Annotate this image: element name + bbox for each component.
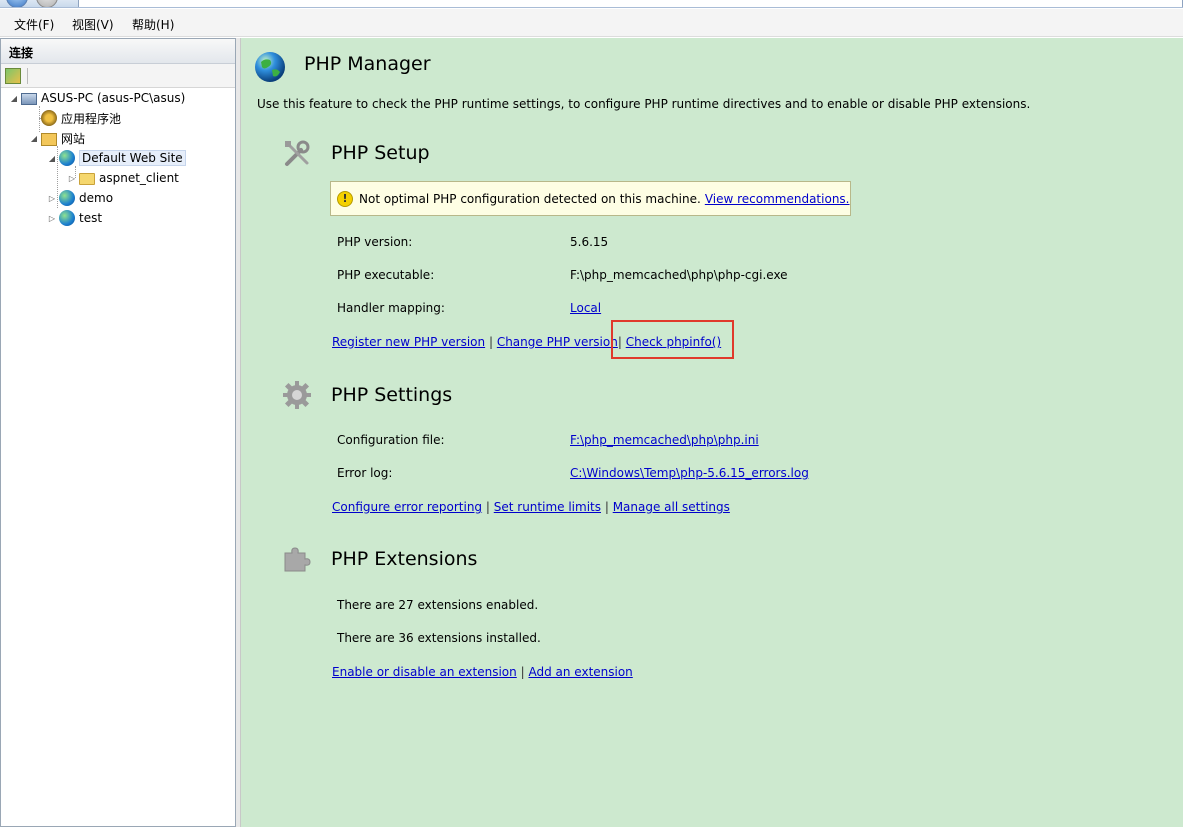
link-separator: |	[520, 665, 525, 679]
link-separator: |	[604, 500, 609, 514]
php-globe-icon	[255, 52, 285, 82]
expand-arrow-icon[interactable]: ◢	[47, 154, 57, 163]
toolbar-divider	[27, 68, 28, 84]
add-extension-link[interactable]: Add an extension	[528, 665, 632, 679]
tree-item-label: demo	[79, 191, 114, 205]
extensions-installed-text: There are 36 extensions installed.	[337, 631, 541, 645]
folder-icon	[79, 173, 95, 185]
extensions-actions: Enable or disable an extension | Add an …	[332, 665, 633, 679]
link-separator: |	[488, 335, 493, 349]
warning-banner: ! Not optimal PHP configuration detected…	[330, 181, 851, 216]
configure-error-reporting-link[interactable]: Configure error reporting	[332, 500, 482, 514]
window-titlebar	[0, 0, 1183, 8]
collapse-arrow-icon[interactable]: ▷	[47, 194, 57, 203]
back-icon[interactable]	[6, 0, 28, 7]
globe-icon	[59, 150, 75, 166]
link-separator: |	[485, 500, 490, 514]
error-log-label: Error log:	[337, 466, 393, 480]
php-executable-value: F:\php_memcached\php\php-cgi.exe	[570, 268, 788, 282]
collapse-arrow-icon[interactable]: ▷	[67, 174, 77, 183]
tools-icon	[285, 140, 310, 166]
server-icon	[21, 93, 37, 105]
change-php-version-link[interactable]: Change PHP version	[497, 335, 618, 349]
tree-item-label: Default Web Site	[79, 150, 186, 166]
puzzle-icon	[284, 547, 311, 572]
php-executable-label: PHP executable:	[337, 268, 435, 282]
view-recommendations-link[interactable]: View recommendations.	[705, 192, 850, 206]
connections-pane: 连接 ◢ ASUS-PC (asus-PC\asus) 应用程序池 ◢ 网站 ◢…	[0, 38, 236, 827]
globe-icon	[59, 190, 75, 206]
page-description: Use this feature to check the PHP runtim…	[257, 97, 1031, 111]
settings-actions: Configure error reporting | Set runtime …	[332, 500, 730, 514]
menu-file[interactable]: 文件(F)	[14, 16, 54, 33]
php-version-label: PHP version:	[337, 235, 413, 249]
tree-item-app-pools[interactable]: 应用程序池	[41, 108, 121, 128]
address-bar[interactable]	[78, 0, 1183, 7]
page-title: PHP Manager	[304, 53, 431, 75]
collapse-arrow-icon[interactable]: ▷	[47, 214, 57, 223]
extensions-enabled-text: There are 27 extensions enabled.	[337, 598, 539, 612]
tree-item-label: test	[79, 211, 103, 225]
connect-icon[interactable]	[5, 68, 21, 84]
gear-icon	[283, 381, 311, 409]
expand-arrow-icon[interactable]: ◢	[29, 134, 39, 143]
config-file-label: Configuration file:	[337, 433, 445, 447]
warning-text: Not optimal PHP configuration detected o…	[359, 191, 701, 206]
connections-toolbar	[1, 64, 235, 88]
globe-icon	[59, 210, 75, 226]
tree-item-label: aspnet_client	[99, 171, 179, 185]
tree-item-aspnet-client[interactable]: ▷ aspnet_client	[67, 168, 179, 188]
section-heading-setup: PHP Setup	[331, 142, 430, 164]
menu-view[interactable]: 视图(V)	[72, 16, 114, 33]
tree-item-demo[interactable]: ▷ demo	[47, 188, 113, 208]
section-heading-extensions: PHP Extensions	[331, 548, 478, 570]
warning-icon: !	[337, 190, 353, 207]
config-file-link[interactable]: F:\php_memcached\php\php.ini	[570, 433, 759, 447]
connections-header: 连接	[1, 39, 235, 64]
php-version-value: 5.6.15	[570, 235, 609, 249]
menu-help[interactable]: 帮助(H)	[132, 16, 174, 33]
tree-item-label: ASUS-PC (asus-PC\asus)	[41, 91, 186, 105]
handler-mapping-link[interactable]: Local	[570, 301, 601, 315]
handler-mapping-label: Handler mapping:	[337, 301, 445, 315]
sites-icon	[41, 132, 57, 146]
app-pool-icon	[41, 110, 57, 126]
forward-icon[interactable]	[36, 0, 58, 7]
tree-item-sites[interactable]: ◢ 网站	[29, 128, 85, 148]
register-php-version-link[interactable]: Register new PHP version	[332, 335, 485, 349]
tree-item-label: 网站	[61, 131, 86, 146]
menu-bar: 文件(F) 视图(V) 帮助(H)	[0, 9, 1183, 37]
tree-item-test[interactable]: ▷ test	[47, 208, 102, 228]
section-heading-settings: PHP Settings	[331, 384, 453, 406]
error-log-link[interactable]: C:\Windows\Temp\php-5.6.15_errors.log	[570, 466, 809, 480]
expand-arrow-icon[interactable]: ◢	[9, 94, 19, 103]
enable-disable-extension-link[interactable]: Enable or disable an extension	[332, 665, 517, 679]
tree-item-server[interactable]: ◢ ASUS-PC (asus-PC\asus)	[9, 88, 185, 108]
php-manager-panel: PHP Manager Use this feature to check th…	[241, 38, 1183, 827]
tree-item-default-web-site[interactable]: ◢ Default Web Site	[47, 148, 186, 168]
highlight-box	[611, 320, 734, 359]
manage-all-settings-link[interactable]: Manage all settings	[613, 500, 730, 514]
set-runtime-limits-link[interactable]: Set runtime limits	[494, 500, 601, 514]
tree-item-label: 应用程序池	[61, 111, 122, 126]
